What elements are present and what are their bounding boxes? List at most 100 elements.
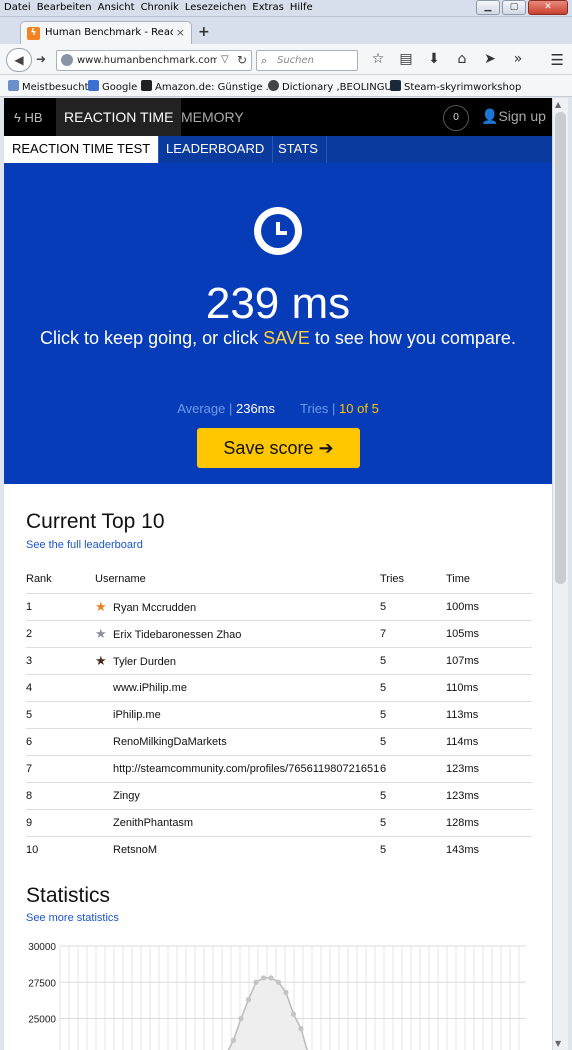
table-row: 2 ★ Erix Tidebaronessen Zhao 7 105ms [26,619,532,647]
tries-cell: 6 [380,754,446,782]
globe-icon [61,54,73,66]
menu-datei[interactable]: Datei [4,2,31,13]
google-icon [88,80,99,91]
menu-ansicht[interactable]: Ansicht [98,2,135,13]
tab-close-icon[interactable]: × [176,26,185,39]
username-cell[interactable]: http://steamcommunity.com/profiles/76561… [95,754,380,782]
download-icon[interactable]: ⬇ [420,51,448,67]
data-point [283,989,289,995]
tab-title: Human Benchmark - React... [45,27,173,38]
username-cell[interactable]: ★ Erix Tidebaronessen Zhao [95,619,380,647]
rank-cell: 2 [26,619,95,647]
scroll-up-icon[interactable]: ▲ [555,100,561,109]
data-point [230,1037,237,1043]
table-row: 5 iPhilip.me 5 113ms [26,700,532,728]
rank-cell: 9 [26,808,95,836]
table-row: 6 RenoMilkingDaMarkets 5 114ms [26,727,532,755]
menu-extras[interactable]: Extras [252,2,284,13]
scrollbar-thumb[interactable] [555,112,566,584]
search-icon: ⌕ [261,54,268,67]
data-point [238,1015,244,1022]
send-icon[interactable]: ➤ [476,51,504,67]
rank-cell: 1 [26,592,95,620]
username-cell[interactable]: ★ Ryan Mccrudden [95,592,380,620]
url-bar[interactable]: www.humanbenchmark.com/tes ▽ ↻ [56,50,252,71]
time-cell: 100ms [446,592,532,620]
menu-bar: Datei Bearbeiten Ansicht Chronik Lesezei… [4,2,319,13]
tries-cell: 5 [380,835,446,863]
maximize-button[interactable]: ▢ [502,0,526,15]
menu-lesezeichen[interactable]: Lesezeichen [185,2,246,13]
rank-cell: 8 [26,781,95,809]
bookmark-star-icon[interactable]: ☆ [364,51,392,67]
url-text[interactable]: www.humanbenchmark.com/tes [77,55,217,66]
username-cell[interactable]: iPhilip.me [95,700,380,728]
forward-button[interactable]: ➜ [36,52,46,66]
hamburger-menu-icon[interactable]: ☰ [551,51,564,69]
time-cell: 105ms [446,619,532,647]
tab-leaderboard[interactable]: LEADERBOARD [158,136,274,163]
tab-strip: ϟ Human Benchmark - React... × + [0,17,572,44]
username-cell[interactable]: ★ Tyler Durden [95,646,380,674]
bookmark-dictionary[interactable]: Dictionary ,BEOLINGUS [268,80,398,93]
time-cell: 123ms [446,754,532,782]
test-area[interactable]: 239 ms Click to keep going, or click SAV… [4,163,552,484]
tab-stats[interactable]: STATS [270,136,327,163]
full-leaderboard-link[interactable]: See the full leaderboard [26,539,143,551]
nav-reaction-time[interactable]: REACTION TIME [56,98,182,136]
username-cell[interactable]: Zingy [95,781,380,809]
time-cell: 114ms [446,727,532,755]
menu-chronik[interactable]: Chronik [141,2,179,13]
back-button[interactable]: ◀ [6,48,32,72]
new-tab-button[interactable]: + [198,24,210,40]
minimize-button[interactable]: ▁ [476,0,500,15]
search-input[interactable]: ⌕ Suchen [256,50,358,71]
header-time: Time [446,573,471,586]
data-point [275,979,282,985]
url-dropdown-icon[interactable]: ▽ [221,54,229,65]
bookmark-google[interactable]: Google [88,80,137,93]
username-cell[interactable]: ZenithPhantasm [95,808,380,836]
nav-memory[interactable]: MEMORY [181,98,244,136]
menu-hilfe[interactable]: Hilfe [290,2,313,13]
rank-cell: 7 [26,754,95,782]
bookmark-steam[interactable]: Steam-skyrimworkshop [390,80,521,93]
table-header-row: Rank Username Tries Time [26,566,532,593]
data-point [290,1011,297,1017]
rank-cell: 10 [26,835,95,863]
score-summary: Average | 236ms Tries | 10 of 5 [4,401,552,416]
tries-cell: 5 [380,700,446,728]
overflow-chevron-icon[interactable]: » [504,51,532,67]
username-cell[interactable]: RenoMilkingDaMarkets [95,727,380,755]
steam-icon [390,80,401,91]
username-cell[interactable]: www.iPhilip.me [95,673,380,701]
browser-tab[interactable]: ϟ Human Benchmark - React... × [20,21,192,44]
home-icon[interactable]: ⌂ [448,51,476,67]
save-score-button[interactable]: Save score ➔ [197,428,360,468]
notification-badge[interactable]: 0 [443,105,469,131]
table-row: 1 ★ Ryan Mccrudden 5 100ms [26,592,532,620]
bookmark-amazon[interactable]: Amazon.de: Günstige ... [141,80,275,93]
page-scrollbar[interactable]: ▲ ▼ [552,98,568,1050]
arrow-right-icon: ➔ [318,438,334,458]
username-cell[interactable]: RetsnoM [95,835,380,863]
header-username: Username [95,573,146,586]
menu-bearbeiten[interactable]: Bearbeiten [37,2,92,13]
scroll-down-icon[interactable]: ▼ [555,1039,561,1048]
toolbar-icons: ☆ ▤ ⬇ ⌂ ➤ » [364,51,532,67]
amazon-icon [141,80,152,91]
save-link[interactable]: SAVE [263,328,310,348]
tries-cell: 7 [380,619,446,647]
more-statistics-link[interactable]: See more statistics [26,912,119,924]
close-window-button[interactable]: ✕ [528,0,568,15]
bookmark-meistbesucht[interactable]: Meistbesucht [8,80,89,93]
reading-list-icon[interactable]: ▤ [392,51,420,67]
time-cell: 123ms [446,781,532,809]
signup-link[interactable]: 👤Sign up [481,108,546,125]
reload-icon[interactable]: ↻ [237,53,247,67]
site-logo[interactable]: ϟ HB [14,110,43,125]
search-placeholder: Suchen [277,55,315,66]
statistics-title: Statistics [26,884,111,907]
tab-reaction-time-test[interactable]: REACTION TIME TEST [4,136,160,163]
table-row: 9 ZenithPhantasm 5 128ms [26,808,532,836]
